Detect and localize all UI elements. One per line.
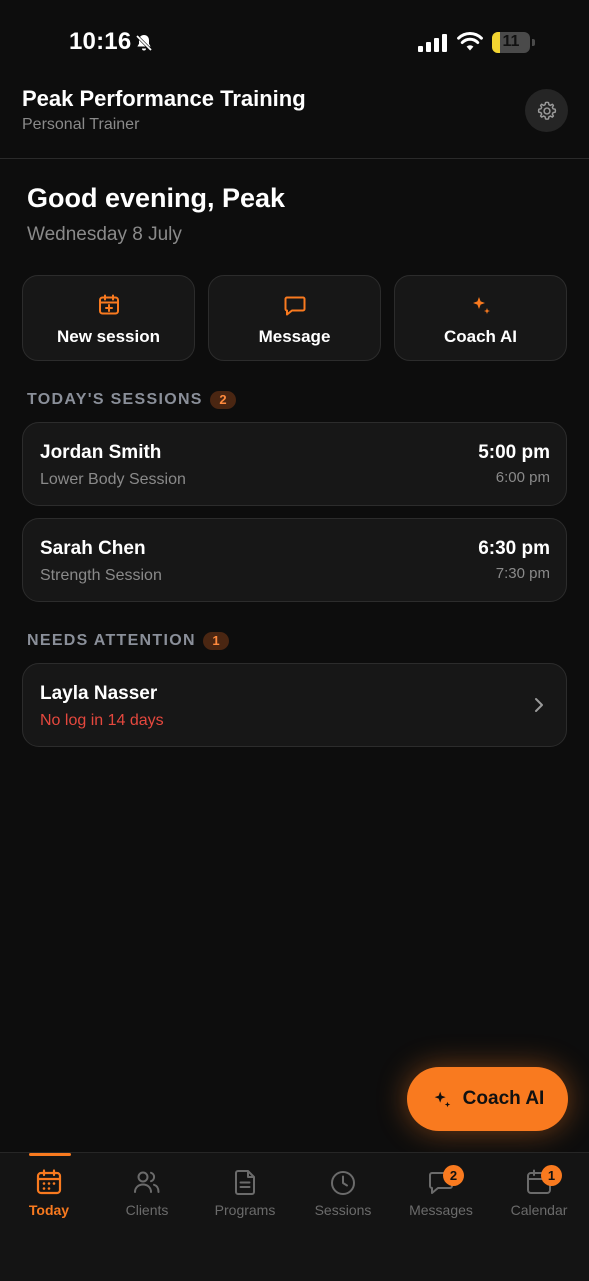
- users-icon: [134, 1171, 160, 1193]
- chat-icon: [284, 296, 305, 316]
- header-divider: [0, 158, 589, 159]
- client-name: Layla Nasser: [40, 683, 158, 704]
- tab-clients[interactable]: Clients: [98, 1168, 196, 1228]
- session-card[interactable]: Jordan Smith Lower Body Session 5:00 pm …: [22, 422, 567, 506]
- todays-sessions-count: 2: [210, 391, 236, 409]
- session-card[interactable]: Sarah Chen Strength Session 6:30 pm 7:30…: [22, 518, 567, 602]
- message-label: Message: [258, 327, 331, 346]
- attention-card[interactable]: Layla Nasser No log in 14 days: [22, 663, 567, 747]
- client-name: Sarah Chen: [40, 538, 146, 559]
- session-start-time: 6:30 pm: [478, 538, 550, 559]
- chevron-right-icon: [535, 698, 543, 712]
- coach-ai-fab[interactable]: Coach AI: [407, 1067, 568, 1131]
- app-title: Peak Performance Training: [22, 86, 306, 111]
- session-end-time: 6:00 pm: [495, 469, 550, 486]
- attention-note: No log in 14 days: [40, 712, 164, 729]
- settings-button[interactable]: [525, 89, 568, 132]
- new-session-button[interactable]: New session: [22, 275, 195, 361]
- coach-ai-label: Coach AI: [443, 327, 518, 346]
- cellular-signal-icon: [418, 34, 447, 52]
- gear-icon: [537, 101, 556, 120]
- current-date: Wednesday 8 July: [27, 224, 182, 245]
- tab-label: Calendar: [510, 1202, 568, 1218]
- calendar-plus-icon: [98, 294, 119, 315]
- document-icon: [235, 1170, 255, 1195]
- calendar-icon: [36, 1169, 62, 1195]
- clock-icon: [331, 1171, 355, 1195]
- coach-ai-button[interactable]: Coach AI: [394, 275, 567, 361]
- tab-label: Sessions: [314, 1202, 372, 1218]
- battery-level: 11: [502, 33, 520, 50]
- wifi-icon: [457, 32, 483, 51]
- battery-indicator: 11: [492, 32, 536, 53]
- sparkle-icon: [472, 297, 490, 314]
- sparkle-icon: [434, 1091, 450, 1108]
- active-tab-indicator: [29, 1153, 71, 1156]
- coach-ai-fab-label: Coach AI: [462, 1088, 545, 1109]
- todays-sessions-heading: TODAY'S SESSIONS: [27, 391, 203, 408]
- tab-label: Today: [28, 1202, 70, 1218]
- tab-messages[interactable]: 2 Messages: [392, 1165, 490, 1228]
- needs-attention-heading: NEEDS ATTENTION: [27, 632, 196, 649]
- messages-badge: 2: [443, 1165, 464, 1186]
- status-time: 10:16: [69, 28, 132, 55]
- session-end-time: 7:30 pm: [495, 565, 550, 582]
- tab-programs[interactable]: Programs: [196, 1168, 294, 1228]
- tab-sessions[interactable]: Sessions: [294, 1168, 392, 1228]
- needs-attention-count: 1: [203, 632, 229, 650]
- client-name: Jordan Smith: [40, 442, 162, 463]
- calendar-badge: 1: [541, 1165, 562, 1186]
- session-type: Strength Session: [40, 567, 162, 584]
- new-session-label: New session: [57, 327, 160, 346]
- message-button[interactable]: Message: [208, 275, 381, 361]
- session-type: Lower Body Session: [40, 471, 186, 488]
- tab-label: Clients: [125, 1202, 169, 1218]
- bell-muted-icon: [135, 34, 153, 52]
- tab-calendar[interactable]: 1 Calendar: [490, 1165, 588, 1228]
- app-subtitle: Personal Trainer: [22, 116, 140, 133]
- session-start-time: 5:00 pm: [478, 442, 550, 463]
- tab-label: Programs: [214, 1202, 276, 1218]
- tab-today[interactable]: Today: [0, 1168, 98, 1228]
- greeting-heading: Good evening, Peak: [27, 183, 286, 213]
- tab-label: Messages: [409, 1202, 473, 1218]
